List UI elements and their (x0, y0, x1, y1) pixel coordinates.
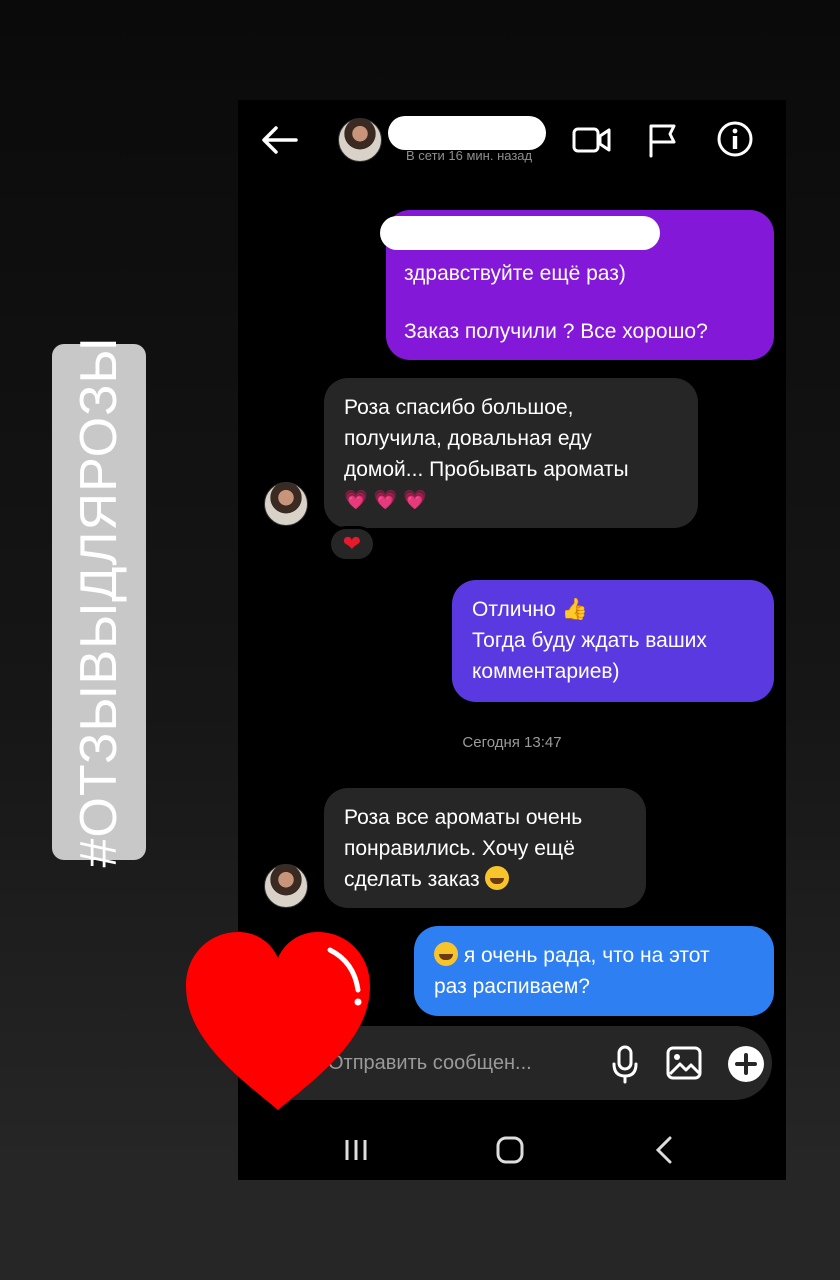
thumbs-up-emoji: 👍 (561, 598, 588, 621)
story-bottom-bar (0, 1180, 840, 1280)
home-icon[interactable] (494, 1134, 526, 1166)
hashtag-sticker[interactable]: #ОТЗЫВЫДЛЯРОЗЫ (52, 336, 146, 868)
heart-sticker-icon[interactable] (180, 928, 376, 1114)
message-text: Отлично (472, 598, 556, 621)
incoming-message[interactable]: Роза спасибо большое, получила, довальна… (324, 378, 698, 528)
sender-avatar[interactable] (264, 864, 308, 908)
incoming-message[interactable]: Роза все ароматы очень понравились. Хочу… (324, 788, 646, 908)
nav-back-icon[interactable] (652, 1134, 676, 1166)
message-text: здравствуйте ещё раз) (404, 262, 626, 285)
message-text: понравились. Хочу ещё (344, 837, 575, 860)
chat-header: В сети 16 мин. назад (238, 100, 786, 190)
smile-emoji (485, 866, 510, 890)
message-text: домой... Пробывать ароматы (344, 458, 629, 481)
heart-reaction[interactable]: ❤ (328, 526, 376, 562)
smile-emoji (434, 942, 458, 966)
contact-avatar[interactable] (338, 118, 382, 162)
back-arrow-icon[interactable] (260, 122, 300, 158)
message-text: Роза спасибо большое, (344, 396, 574, 419)
system-navigation-bar (238, 1110, 786, 1180)
hearts-emoji: 💗💗💗 (344, 490, 433, 511)
outgoing-message[interactable]: Отлично 👍 Тогда буду ждать ваших коммент… (452, 580, 774, 702)
video-call-icon[interactable] (572, 124, 612, 156)
image-icon[interactable] (666, 1046, 702, 1080)
redaction-mark (380, 216, 660, 250)
microphone-icon[interactable] (610, 1044, 640, 1084)
message-text: раз распиваем? (434, 975, 590, 998)
message-text: получила, довальная еду (344, 427, 592, 450)
flag-icon[interactable] (646, 122, 680, 158)
hashtag-text: #ОТЗЫВЫДЛЯРОЗЫ (70, 336, 128, 868)
recent-apps-icon[interactable] (342, 1136, 370, 1164)
message-text: комментариев) (472, 660, 620, 683)
info-icon[interactable] (716, 120, 754, 158)
sender-avatar[interactable] (264, 482, 308, 526)
contact-name-redacted (388, 116, 546, 150)
message-text: я очень рада, что на этот (463, 944, 710, 967)
contact-status: В сети 16 мин. назад (406, 148, 533, 163)
message-text: Роза все ароматы очень (344, 806, 583, 829)
message-text: сделать заказ (344, 868, 480, 891)
message-text: Тогда буду ждать ваших (472, 629, 707, 652)
message-text: Заказ получили ? Все хорошо? (404, 320, 708, 343)
plus-icon[interactable] (726, 1044, 766, 1084)
date-separator: Сегодня 13:47 (462, 734, 562, 751)
outgoing-message[interactable]: я очень рада, что на этот раз распиваем? (414, 926, 774, 1016)
